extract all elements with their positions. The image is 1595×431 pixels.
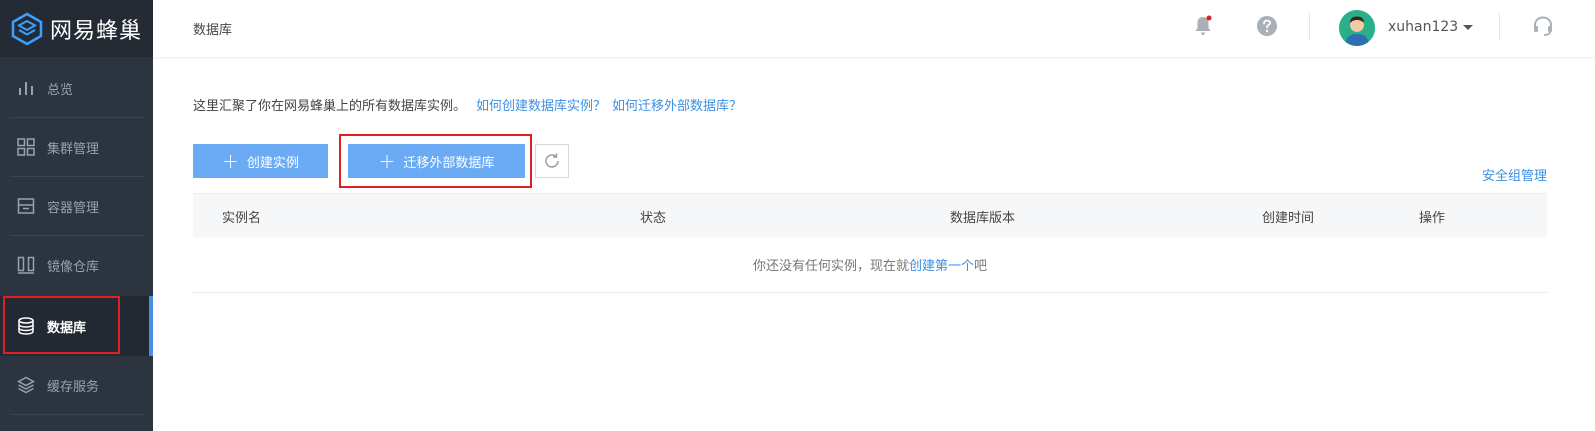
column-header-created-time[interactable]: 创建时间	[1262, 207, 1314, 226]
container-icon	[17, 198, 35, 214]
column-header-actions: 操作	[1419, 211, 1446, 226]
empty-state-row: 你还没有任何实例，现在就 创建第一个吧	[193, 237, 1547, 293]
help-link-create[interactable]: 如何创建数据库实例？	[476, 99, 606, 114]
avatar[interactable]	[1339, 10, 1375, 46]
create-first-link[interactable]: 创建第一个	[909, 255, 974, 274]
sidebar-item-label: 总览	[47, 82, 74, 98]
brand-name: 网易蜂巢	[50, 18, 143, 44]
empty-state-suffix: 吧	[974, 259, 988, 274]
plus-icon: +	[378, 149, 396, 173]
create-instance-label: 创建实例	[246, 155, 299, 171]
sidebar-item-cache[interactable]: 缓存服务	[0, 356, 153, 414]
active-indicator	[149, 296, 153, 356]
migrate-database-label: 迁移外部数据库	[403, 155, 495, 171]
sidebar-item-overview[interactable]: 总览	[0, 59, 153, 117]
brand-logo[interactable]: 网易蜂巢	[0, 0, 153, 57]
security-group-link[interactable]: 安全组管理	[1482, 165, 1547, 184]
plus-icon: +	[222, 149, 239, 173]
table-header: 实例名 状态 数据库版本 创建时间 操作	[193, 193, 1547, 237]
empty-state-text: 你还没有任何实例，现在就	[752, 259, 909, 274]
layers-icon	[17, 376, 35, 394]
sidebar: 网易蜂巢 总览 集群管理 容器管理 镜像仓库 数据库 缓存服务	[0, 0, 153, 431]
sidebar-item-cluster[interactable]: 集群管理	[0, 118, 153, 176]
divider	[1499, 13, 1500, 41]
migrate-database-button[interactable]: + 迁移外部数据库	[348, 144, 525, 178]
sidebar-item-container[interactable]: 容器管理	[0, 177, 153, 235]
refresh-icon	[545, 153, 559, 168]
bar-chart-icon	[19, 82, 33, 95]
column-header-status[interactable]: 状态	[640, 207, 666, 226]
bell-icon[interactable]	[1191, 14, 1215, 38]
intro-text: 这里汇聚了你在网易蜂巢上的所有数据库实例。	[193, 99, 467, 114]
help-link-migrate[interactable]: 如何迁移外部数据库？	[612, 99, 742, 114]
sidebar-item-label: 镜像仓库	[47, 259, 100, 275]
sidebar-item-image-repo[interactable]: 镜像仓库	[0, 236, 153, 294]
username[interactable]: xuhan123	[1388, 19, 1458, 35]
headset-icon[interactable]	[1531, 14, 1555, 38]
sidebar-item-label: 容器管理	[47, 200, 100, 216]
help-icon[interactable]	[1255, 14, 1279, 38]
refresh-button[interactable]	[535, 144, 569, 178]
highlight-box	[3, 296, 120, 354]
chevron-down-icon[interactable]	[1463, 25, 1473, 30]
breadcrumb: 数据库	[193, 23, 233, 38]
sidebar-item-label: 集群管理	[47, 141, 100, 157]
user-avatar-icon	[1339, 10, 1375, 46]
divider	[1309, 13, 1310, 41]
hive-logo-icon	[11, 12, 43, 45]
image-repo-icon	[17, 256, 35, 274]
top-header: 数据库 xuhan123	[153, 0, 1595, 57]
column-header-db-version[interactable]: 数据库版本	[950, 207, 1015, 226]
column-header-instance-name[interactable]: 实例名	[222, 207, 261, 226]
divider	[10, 414, 145, 415]
intro-paragraph: 这里汇聚了你在网易蜂巢上的所有数据库实例。 如何创建数据库实例？ 如何迁移外部数据库…	[193, 95, 742, 114]
create-instance-button[interactable]: + 创建实例	[193, 144, 328, 178]
sidebar-item-label: 缓存服务	[47, 379, 100, 395]
grid-icon	[17, 138, 35, 156]
